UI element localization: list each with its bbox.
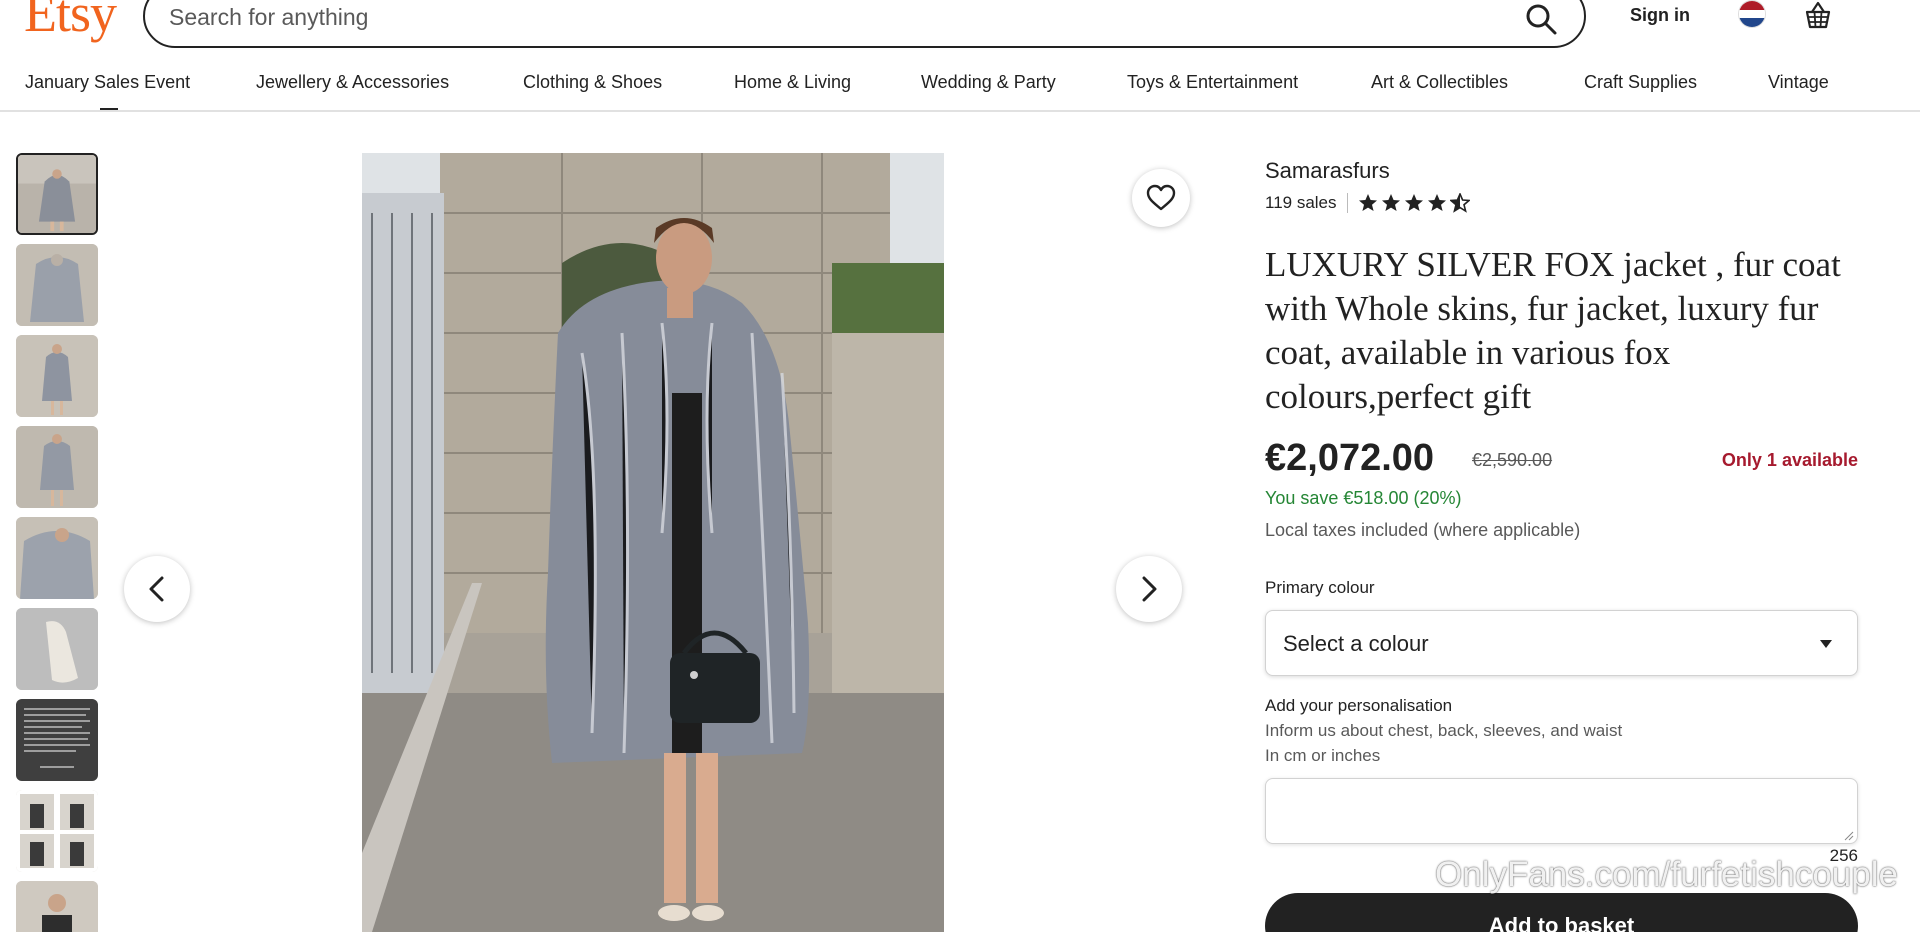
basket-icon[interactable] xyxy=(1803,0,1833,30)
nav-divider xyxy=(0,110,1920,112)
personalisation-textarea[interactable] xyxy=(1265,778,1858,844)
next-image-button[interactable] xyxy=(1116,556,1182,622)
add-to-basket-button[interactable]: Add to basket xyxy=(1265,893,1858,932)
thumbnail-8[interactable] xyxy=(16,790,98,872)
nav-art-collectibles[interactable]: Art & Collectibles xyxy=(1371,72,1508,93)
thumbnail-7[interactable] xyxy=(16,699,98,781)
search-bar[interactable] xyxy=(143,0,1586,48)
half-star-icon xyxy=(1449,193,1470,213)
star-icon xyxy=(1358,194,1377,211)
thumbnail-5[interactable] xyxy=(16,517,98,599)
main-product-image[interactable] xyxy=(362,153,944,932)
sales-count: 119 sales xyxy=(1265,193,1337,212)
nav-craft-supplies[interactable]: Craft Supplies xyxy=(1584,72,1697,93)
nav-home-living[interactable]: Home & Living xyxy=(734,72,851,93)
thumbnail-3[interactable] xyxy=(16,335,98,417)
thumbnail-9[interactable] xyxy=(16,881,98,932)
original-price: €2,590.00 xyxy=(1472,450,1553,470)
chevron-left-icon xyxy=(149,576,164,602)
nav-wedding-party[interactable]: Wedding & Party xyxy=(921,72,1056,93)
previous-image-button[interactable] xyxy=(124,556,190,622)
taxes-note: Local taxes included (where applicable) xyxy=(1265,520,1581,540)
sign-in-link[interactable]: Sign in xyxy=(1630,5,1690,26)
current-price: €2,072.00 xyxy=(1265,437,1435,479)
etsy-logo[interactable]: Etsy xyxy=(24,0,117,40)
thumbnail-1[interactable] xyxy=(16,153,98,235)
favourite-button[interactable] xyxy=(1132,169,1190,227)
search-icon[interactable] xyxy=(1524,2,1558,36)
nav-vintage[interactable]: Vintage xyxy=(1768,72,1829,93)
netherlands-flag-icon[interactable] xyxy=(1738,0,1766,28)
sales-separator xyxy=(1346,193,1348,213)
personalisation-label: Add your personalisation xyxy=(1265,696,1453,715)
caret-down-icon xyxy=(1820,640,1832,648)
nav-jewellery-accessories[interactable]: Jewellery & Accessories xyxy=(256,72,449,93)
nav-clothing-shoes[interactable]: Clothing & Shoes xyxy=(523,72,662,93)
savings-text: You save €518.00 (20%) xyxy=(1265,488,1462,508)
nav-january-sales-event[interactable]: January Sales Event xyxy=(25,72,190,93)
thumbnail-6[interactable] xyxy=(16,608,98,690)
heart-icon xyxy=(1146,184,1176,211)
thumbnail-2[interactable] xyxy=(16,244,98,326)
colour-select-value: Select a colour xyxy=(1283,631,1429,656)
star-rating[interactable] xyxy=(1358,193,1470,213)
availability-badge: Only 1 available xyxy=(1721,450,1858,470)
shop-name-link[interactable]: Samarasfurs xyxy=(1265,158,1390,184)
star-icon xyxy=(1427,194,1446,211)
watermark-text: OnlyFans.com/furfetishcouple xyxy=(1435,855,1898,894)
star-icon xyxy=(1404,194,1423,211)
primary-colour-label: Primary colour xyxy=(1265,578,1375,597)
category-nav: January Sales Event Jewellery & Accessor… xyxy=(0,72,1920,110)
product-title: LUXURY SILVER FOX jacket , fur coat with… xyxy=(1265,245,1841,416)
search-input[interactable] xyxy=(169,2,1469,32)
personalisation-hint-2: In cm or inches xyxy=(1265,746,1381,765)
thumbnail-4[interactable] xyxy=(16,426,98,508)
resize-grip-icon[interactable] xyxy=(1844,831,1854,841)
nav-toys-entertainment[interactable]: Toys & Entertainment xyxy=(1127,72,1298,93)
star-icon xyxy=(1381,194,1400,211)
sales-rating-row: 119 sales xyxy=(1265,193,1470,213)
chevron-right-icon xyxy=(1142,576,1157,602)
primary-colour-select[interactable]: Select a colour xyxy=(1265,610,1858,676)
personalisation-hint-1: Inform us about chest, back, sleeves, an… xyxy=(1265,721,1623,740)
